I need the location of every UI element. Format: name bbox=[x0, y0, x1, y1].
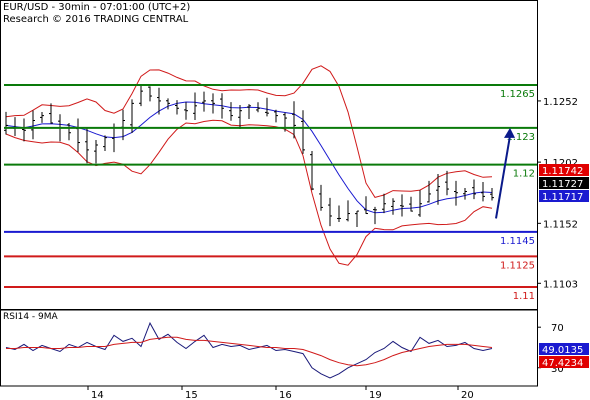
level-label: 1.11 bbox=[513, 291, 535, 302]
candle bbox=[346, 200, 350, 222]
candle bbox=[310, 151, 314, 191]
candle bbox=[400, 194, 404, 217]
indicator-label: RSI14 - 9MA bbox=[3, 312, 58, 322]
price-box: 1.11727 bbox=[539, 177, 589, 190]
candle bbox=[463, 188, 467, 200]
bollinger-lower bbox=[5, 119, 493, 266]
candle bbox=[22, 118, 26, 142]
candle bbox=[445, 170, 449, 196]
price-box-label: 1.11742 bbox=[542, 166, 583, 177]
candle bbox=[409, 196, 413, 212]
level-label: 1.12 bbox=[513, 169, 535, 180]
rsi-value-box-label: 49.0135 bbox=[542, 345, 583, 356]
rsi-panel bbox=[5, 321, 493, 379]
candle bbox=[103, 135, 107, 151]
candle bbox=[355, 210, 359, 228]
candle bbox=[265, 97, 269, 117]
candle bbox=[148, 86, 152, 102]
candle bbox=[373, 206, 377, 225]
candle bbox=[31, 110, 35, 140]
candle bbox=[4, 111, 8, 135]
candle bbox=[319, 184, 323, 211]
candle bbox=[175, 100, 179, 115]
level-label: 1.1145 bbox=[500, 236, 535, 247]
x-tick-label: 15 bbox=[185, 390, 198, 400]
candle bbox=[193, 92, 197, 121]
x-tick-label: 20 bbox=[461, 390, 474, 400]
candle bbox=[211, 93, 215, 114]
level-label: 1.1125 bbox=[500, 260, 535, 271]
x-tick-label: 14 bbox=[91, 390, 104, 400]
candle bbox=[301, 110, 305, 154]
scenario-arrow-shaft bbox=[495, 135, 511, 219]
candle bbox=[76, 118, 80, 152]
candle bbox=[49, 103, 53, 124]
candle bbox=[292, 101, 296, 139]
candle bbox=[166, 98, 170, 110]
candle bbox=[391, 198, 395, 215]
candle bbox=[382, 193, 386, 214]
candlesticks bbox=[4, 84, 494, 228]
candle bbox=[85, 128, 89, 164]
y-tick-label: 1.1103 bbox=[543, 279, 578, 290]
x-tick-label: 16 bbox=[279, 390, 292, 400]
candle bbox=[184, 102, 188, 120]
chart-frame bbox=[0, 0, 538, 387]
price-box: 1.11742 bbox=[539, 164, 589, 177]
candle bbox=[418, 190, 422, 217]
chart-source: Research © 2016 TRADING CENTRAL bbox=[3, 14, 189, 25]
price-box: 1.11717 bbox=[539, 190, 589, 203]
price-box-label: 1.11717 bbox=[542, 192, 583, 203]
candle bbox=[229, 102, 233, 121]
rsi-value-box-label: 47.4234 bbox=[542, 358, 583, 369]
y-tick-label: 1.1152 bbox=[543, 219, 578, 230]
rsi-value-box: 47.4234 bbox=[539, 356, 589, 369]
chart-canvas: 1.12651.1231.121.11451.11251.11 1.12521.… bbox=[0, 0, 589, 400]
candle bbox=[337, 205, 341, 222]
rsi-y-tick-label: 70 bbox=[551, 323, 564, 334]
candle bbox=[247, 104, 251, 120]
candle bbox=[40, 112, 44, 123]
y-tick-label: 1.1252 bbox=[543, 97, 578, 108]
candle bbox=[364, 196, 368, 215]
candle bbox=[454, 180, 458, 206]
candle bbox=[139, 84, 143, 107]
price-box-label: 1.11727 bbox=[542, 179, 583, 190]
candle bbox=[472, 179, 476, 200]
rsi-ma-line bbox=[6, 336, 493, 367]
candle bbox=[202, 91, 206, 112]
x-tick-label: 19 bbox=[369, 390, 382, 400]
rsi-line bbox=[5, 321, 493, 379]
candle bbox=[490, 187, 494, 201]
candle bbox=[94, 140, 98, 164]
candle bbox=[328, 197, 332, 227]
level-label: 1.1265 bbox=[500, 89, 535, 100]
rsi-value-box: 49.0135 bbox=[539, 343, 589, 356]
support-resistance-levels: 1.12651.1231.121.11451.11251.11 bbox=[4, 84, 537, 302]
chart-title: EUR/USD - 30min - 07:01:00 (UTC+2) bbox=[3, 2, 191, 13]
